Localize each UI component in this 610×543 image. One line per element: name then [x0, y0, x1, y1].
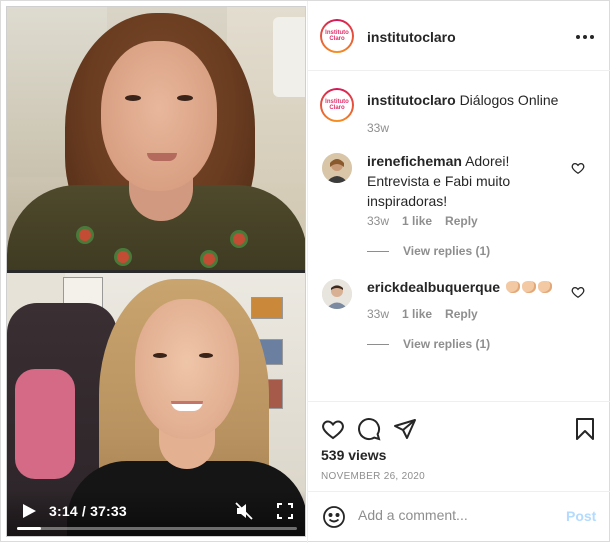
comment-text-block: erickdealbuquerque [367, 277, 567, 297]
comment-timestamp: 33w [367, 214, 390, 228]
video-time: 3:14 / 37:33 [49, 503, 127, 519]
video-controls: 3:14 / 37:33 [7, 490, 305, 536]
like-comment-heart-icon[interactable] [571, 161, 585, 175]
mute-icon[interactable] [235, 502, 253, 520]
caption-avatar[interactable]: Instituto Claro [320, 88, 354, 122]
comment-input[interactable] [358, 507, 558, 523]
comment-likes[interactable]: 1 like [402, 214, 432, 228]
video-player[interactable]: 3:14 / 37:33 [6, 6, 306, 537]
replies-divider [367, 343, 389, 345]
caption-text-line: institutoclaro Diálogos Online [367, 92, 597, 108]
post-header: Instituto Claro institutoclaro [308, 1, 610, 71]
avatar[interactable]: Instituto Claro [320, 19, 354, 53]
caption-timestamp: 33w [367, 121, 390, 135]
like-heart-icon[interactable] [321, 417, 345, 441]
instagram-post-frame: 3:14 / 37:33 Instituto Claro institutocl… [0, 0, 610, 543]
clapping-hands-emoji-icon [521, 281, 536, 293]
comment-avatar[interactable] [322, 153, 352, 183]
comment-meta: 33w 1 like Reply [367, 307, 478, 321]
view-replies-button[interactable]: View replies (1) [367, 337, 490, 351]
avatar-logo-text: Instituto Claro [322, 21, 352, 51]
view-count[interactable]: 539 views [321, 447, 386, 463]
emoji-smile-icon[interactable] [322, 505, 346, 529]
view-replies-label: View replies (1) [403, 337, 491, 351]
comment-meta: 33w 1 like Reply [367, 214, 478, 228]
video-progress-bar[interactable] [17, 527, 297, 530]
video-progress-fill [17, 527, 42, 530]
comment-likes[interactable]: 1 like [402, 307, 432, 321]
play-icon[interactable] [21, 503, 37, 519]
caption-username[interactable]: institutoclaro [367, 92, 456, 108]
fullscreen-icon[interactable] [277, 503, 293, 519]
post-comment-button[interactable]: Post [566, 508, 596, 524]
header-username[interactable]: institutoclaro [367, 29, 456, 45]
view-replies-label: View replies (1) [403, 244, 491, 258]
add-comment-bar: Post [308, 491, 610, 543]
clapping-hands-emoji-icon [505, 281, 520, 293]
caption-avatar-logo-text: Instituto Claro [322, 90, 352, 120]
comment-bubble-icon[interactable] [357, 417, 381, 441]
view-replies-button[interactable]: View replies (1) [367, 244, 490, 258]
comment-username[interactable]: erickdealbuquerque [367, 279, 500, 295]
video-participant-top [7, 7, 305, 271]
post-date: NOVEMBER 26, 2020 [321, 471, 426, 482]
clapping-hands-emoji-icon [537, 281, 552, 293]
comment-text-block: ireneficheman Adorei! Entrevista e Fabi … [367, 151, 567, 211]
comment-avatar[interactable] [322, 279, 352, 309]
comment-reply-button[interactable]: Reply [445, 214, 478, 228]
share-paper-plane-icon[interactable] [393, 417, 417, 441]
save-bookmark-icon[interactable] [573, 417, 597, 441]
post-actions: 539 views NOVEMBER 26, 2020 [308, 401, 610, 491]
replies-divider [367, 250, 389, 252]
comment-reply-button[interactable]: Reply [445, 307, 478, 321]
caption-body: Diálogos Online [459, 92, 559, 108]
comment-timestamp: 33w [367, 307, 390, 321]
like-comment-heart-icon[interactable] [571, 285, 585, 299]
more-options-icon[interactable] [576, 31, 596, 43]
comment-username[interactable]: ireneficheman [367, 153, 462, 169]
post-details-panel: Instituto Claro institutoclaro Instituto… [307, 1, 610, 543]
